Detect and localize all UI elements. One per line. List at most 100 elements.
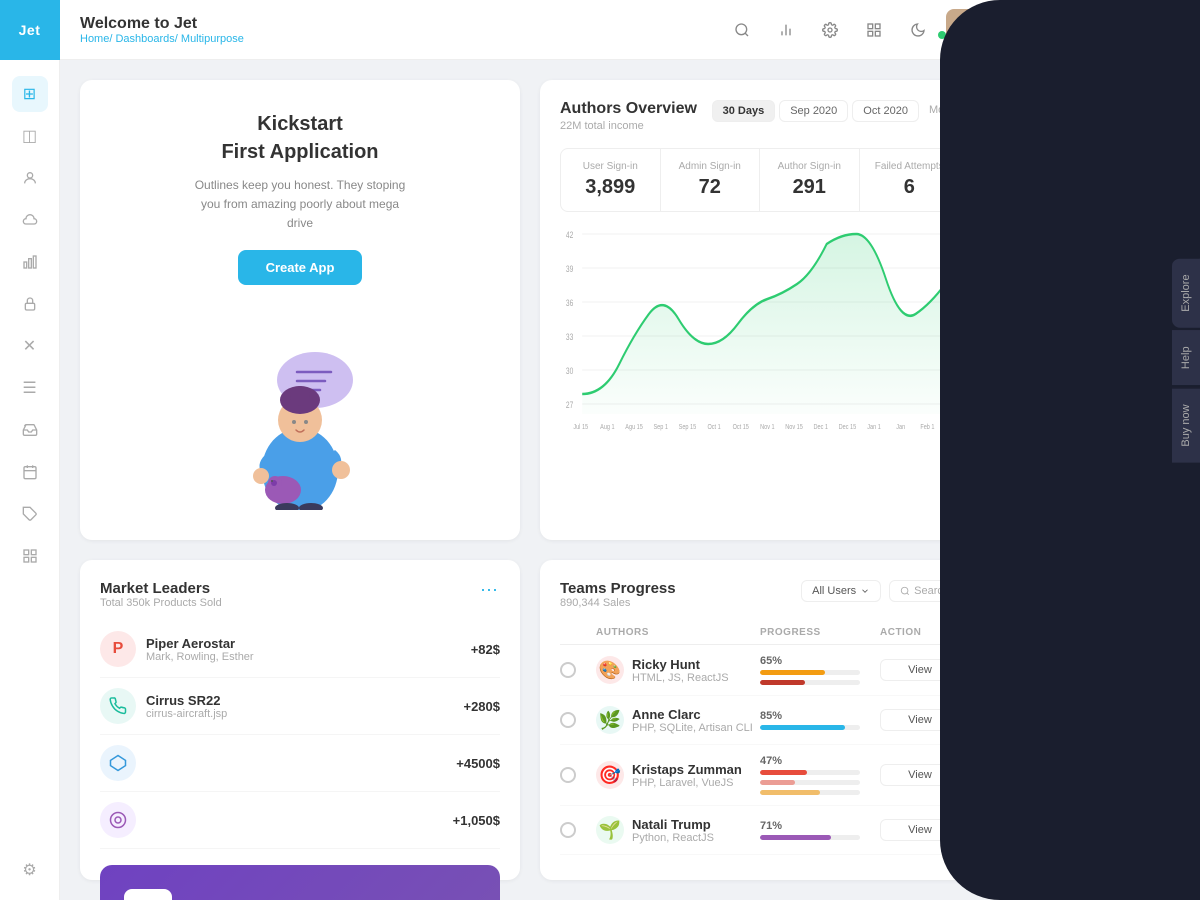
team-row-anne: 🌿 Anne Clarc PHP, SQLite, Artisan CLI 85…: [560, 696, 960, 745]
authors-title-block: Authors Overview 22M total income: [560, 100, 697, 132]
ricky-progress-fill-2: [760, 680, 805, 685]
natali-skills: Python, ReactJS: [632, 832, 714, 844]
team-row-ricky: 🎨 Ricky Hunt HTML, JS, ReactJS 65%: [560, 645, 960, 696]
teams-filters: All Users Search: [801, 580, 960, 602]
svg-text:Jan 1: Jan 1: [867, 423, 881, 431]
svg-text:Aug 1: Aug 1: [600, 423, 615, 431]
tab-30days[interactable]: 30 Days: [712, 100, 776, 122]
natali-progress-col: 71%: [760, 820, 880, 840]
ricky-progress-bar-2: [760, 680, 860, 685]
checkbox-4[interactable]: [560, 822, 576, 838]
stats-row: User Sign-in 3,899 Admin Sign-in 72 Auth…: [560, 148, 960, 212]
users-filter[interactable]: All Users: [801, 580, 881, 602]
stat-admin-signin-value: 72: [675, 176, 746, 199]
kickstart-card: KickstartFirst Application Outlines keep…: [80, 80, 520, 540]
dark-mode-button[interactable]: [902, 14, 934, 46]
buy-now-tab[interactable]: Buy now: [1172, 387, 1200, 462]
breadcrumb-home[interactable]: Home/: [80, 33, 112, 45]
stat-author-signin-label: Author Sign-in: [774, 161, 845, 172]
sidebar-item-template[interactable]: [12, 538, 48, 574]
bootstrap-icon: B: [124, 889, 172, 900]
sidebar-item-calendar[interactable]: [12, 454, 48, 490]
stat-user-signin: User Sign-in 3,899: [561, 149, 661, 211]
market-item-3: +4500$: [100, 735, 500, 792]
market-more-button[interactable]: ⋯: [480, 580, 500, 601]
teams-subtitle: 890,344 Sales: [560, 597, 676, 609]
sidebar-item-list[interactable]: ☰: [12, 370, 48, 406]
sidebar-item-user[interactable]: [12, 160, 48, 196]
help-tab[interactable]: Help: [1172, 330, 1200, 386]
svg-text:33: 33: [566, 332, 574, 342]
kristaps-progress-fill-2: [760, 780, 795, 785]
breadcrumb-current: Multipurpose: [181, 33, 244, 45]
svg-text:Agu 15: Agu 15: [625, 423, 643, 431]
sidebar-item-close[interactable]: ✕: [12, 328, 48, 364]
row-checkbox-4[interactable]: [560, 822, 596, 838]
natali-details: Natali Trump Python, ReactJS: [632, 817, 714, 844]
sidebar-item-inbox[interactable]: [12, 412, 48, 448]
row-checkbox-3[interactable]: [560, 767, 596, 783]
teams-title: Teams Progress: [560, 580, 676, 597]
stat-author-signin: Author Sign-in 291: [760, 149, 860, 211]
sidebar-settings-icon[interactable]: ⚙: [12, 852, 48, 888]
piper-info: Piper Aerostar Mark, Rowling, Esther: [146, 636, 461, 663]
anne-author-cell: 🌿 Anne Clarc PHP, SQLite, Artisan CLI: [596, 706, 760, 734]
natali-progress-pct: 71%: [760, 820, 880, 832]
sidebar-item-chart[interactable]: [12, 244, 48, 280]
checkbox-1[interactable]: [560, 662, 576, 678]
stat-failed-attempts-value: 6: [874, 176, 946, 199]
piper-value: +82$: [471, 642, 500, 657]
team-row-kristaps: 🎯 Kristaps Zumman PHP, Laravel, VueJS 47…: [560, 745, 960, 806]
svg-text:Jul 15: Jul 15: [573, 423, 588, 431]
svg-text:Nov 1: Nov 1: [760, 423, 775, 431]
sidebar-logo[interactable]: Jet: [0, 0, 60, 60]
authors-overview-card: Authors Overview 22M total income 30 Day…: [540, 80, 980, 540]
natali-avatar: 🌱: [596, 816, 624, 844]
sidebar-item-puzzle[interactable]: [12, 496, 48, 532]
tab-oct2020[interactable]: Oct 2020: [852, 100, 919, 122]
svg-text:Sep 15: Sep 15: [679, 423, 697, 431]
main-content: Welcome to Jet Home/ Dashboards/ Multipu…: [60, 0, 1000, 900]
tab-sep2020[interactable]: Sep 2020: [779, 100, 848, 122]
breadcrumb-dashboards[interactable]: Dashboards/: [115, 33, 177, 45]
stat-admin-signin-label: Admin Sign-in: [675, 161, 746, 172]
stat-user-signin-value: 3,899: [575, 176, 646, 199]
market-item-4: +1,050$: [100, 792, 500, 849]
teams-table-header: AUTHORS PROGRESS ACTION: [560, 621, 960, 645]
kristaps-info: 🎯 Kristaps Zumman PHP, Laravel, VueJS: [596, 761, 760, 789]
ricky-skills: HTML, JS, ReactJS: [632, 672, 729, 684]
checkbox-3[interactable]: [560, 767, 576, 783]
svg-text:Dec 1: Dec 1: [814, 423, 829, 431]
svg-text:Jan: Jan: [896, 423, 905, 431]
bootstrap-card: B Bootstrap 5: [100, 865, 500, 900]
apps-button[interactable]: [858, 14, 890, 46]
natali-author-cell: 🌱 Natali Trump Python, ReactJS: [596, 816, 760, 844]
row-checkbox-2[interactable]: [560, 712, 596, 728]
sidebar-item-lock[interactable]: [12, 286, 48, 322]
kristaps-author-cell: 🎯 Kristaps Zumman PHP, Laravel, VueJS: [596, 761, 760, 789]
sidebar-item-layers[interactable]: ◫: [12, 118, 48, 154]
create-app-button[interactable]: Create App: [238, 250, 363, 285]
svg-text:Oct 15: Oct 15: [733, 423, 750, 431]
row-checkbox-1[interactable]: [560, 662, 596, 678]
svg-text:30: 30: [566, 366, 574, 376]
anne-name: Anne Clarc: [632, 707, 753, 722]
ricky-author-cell: 🎨 Ricky Hunt HTML, JS, ReactJS: [596, 656, 760, 684]
svg-text:42: 42: [566, 230, 573, 240]
teams-title-block: Teams Progress 890,344 Sales: [560, 580, 676, 617]
sidebar-item-grid[interactable]: ⊞: [12, 76, 48, 112]
authors-subtitle: 22M total income: [560, 120, 697, 132]
svg-text:Dec 15: Dec 15: [839, 423, 857, 431]
natali-name: Natali Trump: [632, 817, 714, 832]
breadcrumb: Home/ Dashboards/ Multipurpose: [80, 33, 714, 45]
search-button[interactable]: [726, 14, 758, 46]
kristaps-progress-bar-2: [760, 780, 860, 785]
sidebar-item-cloud[interactable]: [12, 202, 48, 238]
stat-author-signin-value: 291: [774, 176, 845, 199]
stats-button[interactable]: [770, 14, 802, 46]
cirrus-name: Cirrus SR22: [146, 693, 453, 708]
explore-tab[interactable]: Explore: [1172, 257, 1200, 327]
checkbox-2[interactable]: [560, 712, 576, 728]
settings-button[interactable]: [814, 14, 846, 46]
svg-text:36: 36: [566, 298, 574, 308]
